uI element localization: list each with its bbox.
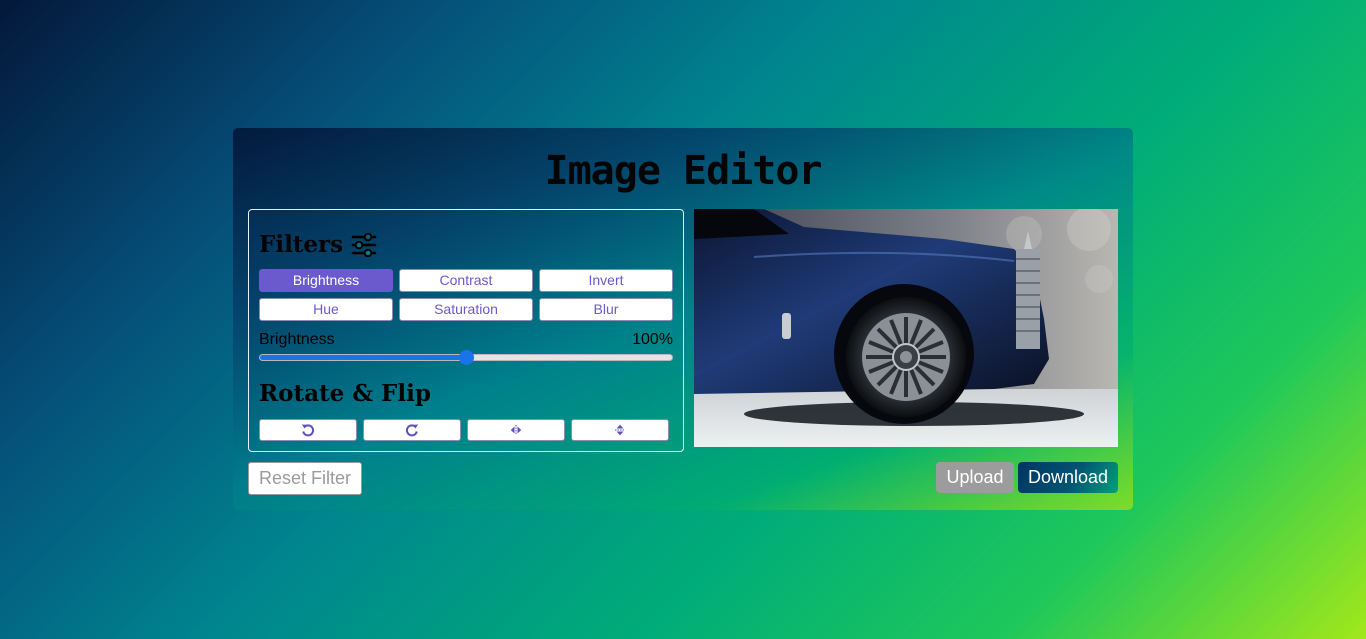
filter-brightness-button[interactable]: Brightness [259, 269, 393, 292]
brightness-slider[interactable] [259, 350, 673, 365]
filter-hue-button[interactable]: Hue [259, 298, 393, 321]
rotate-heading: Rotate & Flip [259, 380, 431, 407]
page-title: Image Editor [544, 148, 823, 194]
rotate-left-button[interactable] [259, 419, 357, 441]
slider-thumb[interactable] [459, 350, 474, 365]
slider-value: 100% [632, 331, 673, 348]
rotate-left-icon [301, 424, 315, 437]
flip-vertical-icon [615, 424, 625, 436]
image-preview [694, 209, 1118, 447]
upload-button[interactable]: Upload [936, 462, 1014, 493]
filter-blur-button[interactable]: Blur [539, 298, 673, 321]
editor-card: Image Editor Filters Brightness Contrast… [233, 128, 1133, 510]
slider-fill [260, 355, 466, 360]
slider-name: Brightness [259, 331, 335, 348]
rotate-right-button[interactable] [363, 419, 461, 441]
filters-heading: Filters [259, 231, 377, 258]
rotate-right-icon [405, 424, 419, 437]
filters-heading-label: Filters [259, 231, 344, 258]
reset-filter-button[interactable]: Reset Filter [248, 462, 362, 495]
filter-invert-button[interactable]: Invert [539, 269, 673, 292]
filter-contrast-button[interactable]: Contrast [399, 269, 533, 292]
flip-vertical-button[interactable] [571, 419, 669, 441]
flip-horizontal-button[interactable] [467, 419, 565, 441]
controls-panel: Filters Brightness Contrast Invert Hue S… [248, 209, 684, 452]
download-button[interactable]: Download [1018, 462, 1118, 493]
filter-saturation-button[interactable]: Saturation [399, 298, 533, 321]
sliders-icon [351, 232, 377, 257]
flip-horizontal-icon [510, 425, 522, 435]
car-photo [694, 209, 1118, 447]
